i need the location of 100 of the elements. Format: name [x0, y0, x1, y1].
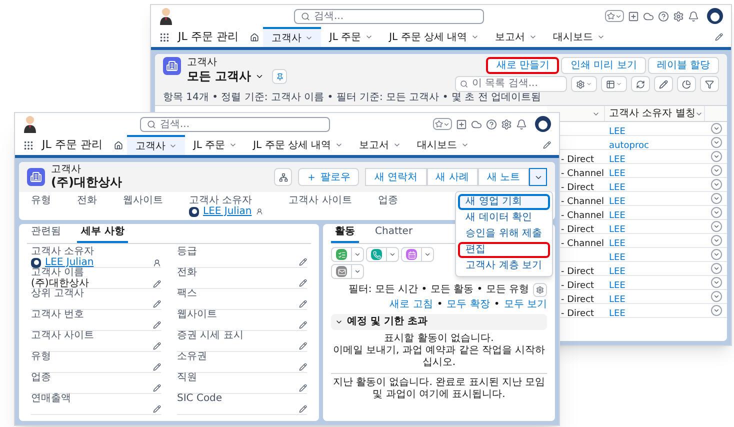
row-action-button[interactable] — [710, 179, 722, 190]
row-action-button[interactable] — [710, 291, 722, 302]
activity-tab[interactable]: Chatter — [371, 226, 417, 243]
owner-link[interactable]: LEE Julian — [203, 206, 252, 217]
nav-tab[interactable]: 대시보드 — [545, 27, 614, 47]
more-actions-button[interactable] — [529, 168, 547, 186]
field-label: 고객사 사이트 — [31, 331, 96, 341]
detail-tab[interactable]: 세부 사항 — [77, 226, 128, 243]
nav-tab[interactable]: 보고서 — [487, 27, 546, 47]
owner-link[interactable]: LEE — [609, 154, 626, 164]
owner-link[interactable]: LEE — [609, 252, 626, 262]
activity-link[interactable]: 모두 확장 — [446, 299, 490, 311]
row-action-button[interactable] — [710, 123, 722, 134]
highlight-label: 유형 — [31, 195, 51, 206]
nav-tab[interactable]: 대시보드 — [409, 135, 478, 155]
nav-tab[interactable]: 고객사 — [263, 27, 322, 47]
edit-button[interactable] — [654, 76, 673, 92]
row-action-button[interactable] — [710, 277, 722, 288]
pencil-icon — [153, 342, 161, 350]
search-icon — [460, 80, 468, 88]
list-button[interactable]: 새로 만들기 — [486, 57, 560, 74]
settings-button[interactable] — [533, 283, 547, 297]
owner-link[interactable]: LEE Julian — [45, 257, 94, 268]
detail-tab[interactable]: 관련됨 — [27, 226, 65, 243]
activity-tab[interactable]: 활동 — [331, 226, 359, 243]
building-icon — [27, 168, 45, 186]
field-label: 웹사이트 — [177, 310, 218, 320]
caret-icon — [586, 81, 592, 87]
chevron-down-icon — [335, 141, 344, 149]
pin-button[interactable] — [272, 69, 288, 84]
menu-item[interactable]: 편집 — [458, 242, 550, 258]
activity-link[interactable]: 새로 고침 — [390, 299, 433, 311]
row-action-button[interactable] — [710, 165, 722, 176]
owner-link[interactable]: LEE — [609, 238, 626, 248]
favorites-button[interactable] — [433, 118, 452, 130]
app-name: JL 주문 관리 — [42, 136, 102, 153]
field-label: 전화 — [177, 268, 198, 278]
search-field[interactable]: 검색... — [140, 116, 330, 132]
owner-link[interactable]: LEE — [609, 294, 626, 304]
table-cell: - Direct — [561, 182, 594, 192]
nav-tab[interactable]: JL 주문 — [185, 135, 246, 155]
row-action-button[interactable] — [710, 151, 722, 162]
table-view-button[interactable] — [601, 76, 627, 92]
nav-tab[interactable]: 고객사 — [127, 135, 186, 155]
filter-icon — [705, 80, 714, 88]
owner-link[interactable]: LEE — [609, 210, 626, 220]
refresh-icon — [636, 80, 645, 88]
activity-link[interactable]: 모두 보기 — [504, 299, 547, 311]
pencil-icon — [299, 405, 307, 413]
list-search-field[interactable]: 이 목록 검색... — [455, 76, 567, 92]
nav-tab[interactable]: JL 주문 상세 내역 — [381, 27, 488, 47]
row-action-button[interactable] — [710, 207, 722, 218]
follow-button[interactable]: 팔로우 — [298, 168, 360, 186]
owner-link[interactable]: LEE — [609, 308, 626, 318]
row-action-button[interactable] — [710, 221, 722, 232]
pencil-icon — [153, 384, 161, 392]
row-action-button[interactable] — [710, 193, 722, 204]
owner-link[interactable]: LEE — [609, 224, 626, 234]
owner-link[interactable]: LEE — [609, 280, 626, 290]
row-action-button[interactable] — [710, 137, 722, 148]
hierarchy-button[interactable] — [274, 168, 292, 186]
search-icon — [301, 12, 310, 20]
filter-button[interactable] — [700, 76, 719, 92]
owner-link[interactable]: autoproc — [609, 140, 649, 150]
action-button[interactable]: 새 사례 — [426, 168, 478, 186]
owner-link[interactable]: LEE — [609, 168, 626, 178]
owner-link[interactable]: LEE — [609, 182, 626, 192]
list-button[interactable]: 인쇄 미리 보기 — [561, 57, 646, 74]
avatar-icon[interactable] — [535, 116, 551, 132]
section-header[interactable]: 예정 및 기한 초과 — [331, 314, 547, 330]
settings-button[interactable] — [571, 76, 597, 92]
caret-icon — [354, 268, 361, 275]
row-action-button[interactable] — [710, 249, 722, 260]
row-action-button[interactable] — [710, 235, 722, 246]
help-icon — [486, 118, 497, 130]
list-view-picker[interactable] — [255, 72, 264, 81]
list-button[interactable]: 레이블 할당 — [648, 57, 719, 74]
search-field[interactable]: 검색... — [294, 8, 484, 24]
favorites-button[interactable] — [605, 10, 624, 22]
owner-link[interactable]: LEE — [609, 126, 626, 136]
nav-tab[interactable]: JL 주문 — [321, 27, 382, 47]
action-button[interactable]: 새 노트 — [478, 168, 529, 186]
row-action-button[interactable] — [710, 305, 722, 316]
action-button[interactable]: 새 연락처 — [365, 168, 427, 186]
owner-link[interactable]: LEE — [609, 266, 626, 276]
record-title: (주)대한상사 — [51, 175, 122, 190]
menu-item[interactable]: 새 영업 기회 — [458, 194, 550, 210]
cloud-icon — [471, 118, 482, 130]
chevron-down-icon — [365, 33, 374, 41]
row-action-button[interactable] — [710, 263, 722, 274]
chart-button[interactable] — [677, 76, 696, 92]
chevron-down-icon — [169, 142, 178, 150]
nav-tab[interactable]: 보고서 — [351, 135, 410, 155]
settings-icon — [673, 10, 684, 22]
table-cell: - Direct — [561, 224, 594, 234]
pencil-icon — [153, 321, 161, 329]
nav-tab[interactable]: JL 주문 상세 내역 — [245, 135, 352, 155]
refresh-button[interactable] — [631, 76, 650, 92]
owner-link[interactable]: LEE — [609, 196, 626, 206]
avatar-icon[interactable] — [707, 8, 723, 24]
